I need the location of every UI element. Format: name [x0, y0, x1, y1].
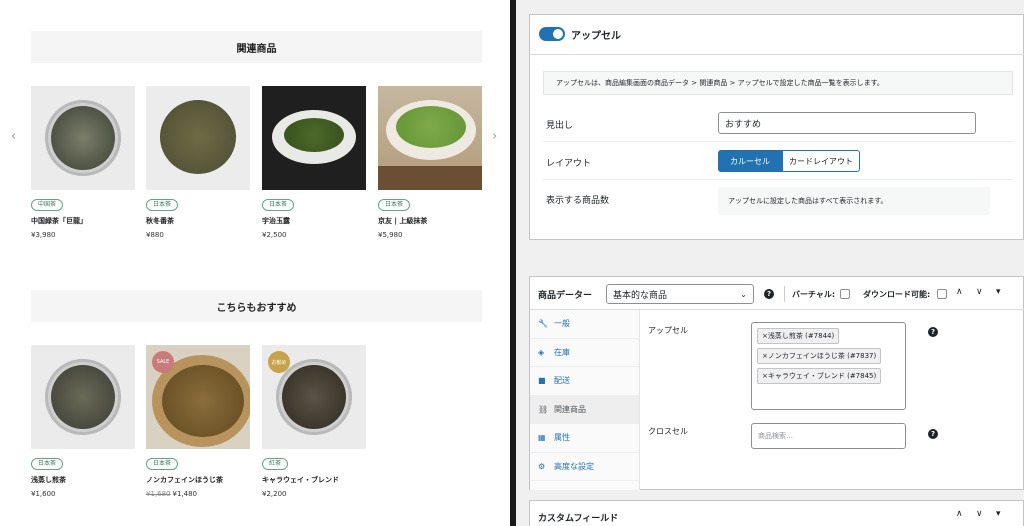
tab-advanced[interactable]: ⚙ 高度な設定 [530, 453, 639, 481]
product-name[interactable]: ノンカフェインほうじ茶 [146, 475, 250, 485]
product-image[interactable] [31, 86, 135, 190]
category-tag: 日本茶 [146, 458, 179, 470]
upsell-description: アップセルは、商品編集画面の商品データ > 関連商品 > アップセルで設定した商… [543, 71, 1013, 95]
table-icon: ▦ [538, 433, 546, 443]
help-icon[interactable]: ? [764, 289, 774, 299]
tab-linked-products[interactable]: ⛓ 関連商品 [530, 395, 639, 424]
product-price: ¥3,980 [31, 231, 56, 239]
product-type-select[interactable]: 基本的な商品 ⌄ [606, 284, 754, 304]
product-name[interactable]: 浅蒸し煎茶 [31, 475, 135, 485]
product-data-title: 商品データー [538, 291, 593, 301]
count-label: 表示する商品数 [546, 196, 610, 206]
help-icon[interactable]: ? [928, 429, 938, 439]
carousel-prev-arrow[interactable]: ‹ [11, 129, 16, 144]
move-down-icon[interactable]: ∨ [976, 509, 983, 519]
crosssell-field-label: クロスセル [648, 427, 688, 436]
product-card[interactable]: 中国茶 中国緑茶「巨龍」 ¥3,980 [31, 86, 135, 239]
move-up-icon[interactable]: ∧ [956, 287, 963, 297]
upsell-chip[interactable]: ×キャラウェイ・ブレンド (#7845) [757, 368, 882, 384]
category-tag: 紅茶 [262, 458, 289, 470]
gear-icon: ⚙ [538, 461, 546, 471]
category-tag: 日本茶 [262, 199, 295, 211]
product-data-tabs: 🔧 一般 ◈ 在庫 ■ 配送 ⛓ 関連商品 ▦ 属性 ⚙ 高度な設定 [530, 310, 640, 490]
chevron-down-icon: ⌄ [740, 289, 747, 299]
recommend-section-title: こちらもおすすめ [31, 290, 482, 322]
layout-card-button[interactable]: カードレイアウト [782, 150, 860, 172]
product-price: ¥5,980 [378, 231, 403, 239]
carousel-next-arrow[interactable]: › [492, 129, 497, 144]
recommend-badge: お勧め [268, 351, 290, 373]
product-card[interactable]: 日本茶 宇治玉露 ¥2,500 [262, 86, 366, 239]
tab-shipping[interactable]: ■ 配送 [530, 367, 639, 396]
upsell-settings-panel: アップセル アップセルは、商品編集画面の商品データ > 関連商品 > アップセル… [529, 14, 1024, 240]
download-label: ダウンロード可能: [863, 290, 931, 299]
product-image[interactable]: お勧め [262, 345, 366, 449]
product-image[interactable] [31, 345, 135, 449]
custom-fields-title: カスタムフィールド [538, 514, 619, 524]
product-price: ¥880 [146, 231, 164, 239]
upsell-title: アップセル [571, 31, 621, 42]
product-image[interactable] [378, 86, 482, 190]
product-image[interactable]: SALE [146, 345, 250, 449]
product-price: ¥2,500 [262, 231, 287, 239]
link-icon: ⛓ [538, 404, 549, 414]
product-price: ¥1,680 ¥1,480 [146, 490, 250, 498]
category-tag: 日本茶 [378, 199, 411, 211]
collapse-icon[interactable]: ▾ [996, 287, 1001, 297]
upsell-products-field[interactable]: ×浅蒸し煎茶 (#7844) ×ノンカフェインほうじ茶 (#7837) ×キャラ… [751, 322, 906, 410]
custom-fields-panel: カスタムフィールド ∧ ∨ ▾ [529, 500, 1024, 526]
category-tag: 日本茶 [146, 199, 179, 211]
product-type-value: 基本的な商品 [613, 290, 668, 301]
category-tag: 中国茶 [31, 199, 64, 211]
product-name[interactable]: 京友 | 上級抹茶 [378, 216, 482, 226]
storefront-preview: 関連商品 ‹ › 中国茶 中国緑茶「巨龍」 ¥3,980 日本茶 秋冬番茶 ¥8… [0, 0, 510, 526]
category-tag: 日本茶 [31, 458, 64, 470]
sale-price: ¥1,480 [172, 490, 198, 498]
move-down-icon[interactable]: ∨ [976, 287, 983, 297]
upsell-chip[interactable]: ×浅蒸し煎茶 (#7844) [757, 328, 840, 344]
product-name[interactable]: 宇治玉露 [262, 216, 366, 226]
help-icon[interactable]: ? [928, 327, 938, 337]
virtual-label: バーチャル: [792, 290, 836, 299]
download-checkbox[interactable] [937, 289, 947, 299]
screenshot-root: 関連商品 ‹ › 中国茶 中国緑茶「巨龍」 ¥3,980 日本茶 秋冬番茶 ¥8… [0, 0, 1024, 526]
product-card[interactable]: お勧め 紅茶 キャラウェイ・ブレンド ¥2,200 [262, 345, 366, 498]
upsell-field-label: アップセル [648, 326, 688, 335]
product-image[interactable] [262, 86, 366, 190]
tab-inventory[interactable]: ◈ 在庫 [530, 339, 639, 367]
heading-label: 見出し [546, 121, 574, 131]
truck-icon: ■ [538, 376, 546, 386]
sale-badge: SALE [152, 351, 174, 373]
product-card[interactable]: 日本茶 京友 | 上級抹茶 ¥5,980 [378, 86, 482, 239]
product-data-panel: 商品データー 基本的な商品 ⌄ ? バーチャル: ダウンロード可能: ∧ ∨ ▾… [529, 276, 1024, 490]
tab-attributes[interactable]: ▦ 属性 [530, 424, 639, 453]
product-name[interactable]: 秋冬番茶 [146, 216, 250, 226]
wrench-icon: 🔧 [538, 319, 548, 329]
product-price: ¥2,200 [262, 490, 287, 498]
tag-icon: ◈ [538, 347, 545, 357]
product-name[interactable]: 中国緑茶「巨龍」 [31, 216, 135, 226]
admin-panel: アップセル アップセルは、商品編集画面の商品データ > 関連商品 > アップセル… [516, 0, 1024, 526]
related-section-title: 関連商品 [31, 31, 482, 63]
product-card[interactable]: 日本茶 秋冬番茶 ¥880 [146, 86, 250, 239]
move-up-icon[interactable]: ∧ [956, 509, 963, 519]
virtual-checkbox[interactable] [840, 289, 850, 299]
crosssell-search-input[interactable]: 商品検索… [751, 423, 906, 449]
product-card[interactable]: 日本茶 浅蒸し煎茶 ¥1,600 [31, 345, 135, 498]
heading-input[interactable]: おすすめ [718, 112, 976, 134]
upsell-chip[interactable]: ×ノンカフェインほうじ茶 (#7837) [757, 348, 882, 364]
original-price: ¥1,680 [146, 490, 171, 498]
layout-carousel-button[interactable]: カルーセル [718, 150, 782, 172]
tab-general[interactable]: 🔧 一般 [530, 310, 639, 339]
count-note: アップセルに設定した商品はすべて表示されます。 [718, 187, 990, 215]
upsell-toggle[interactable] [539, 27, 565, 41]
product-card[interactable]: SALE 日本茶 ノンカフェインほうじ茶 ¥1,680 ¥1,480 [146, 345, 250, 498]
product-image[interactable] [146, 86, 250, 190]
product-price: ¥1,600 [31, 490, 56, 498]
layout-label: レイアウト [546, 159, 592, 169]
collapse-icon[interactable]: ▾ [996, 509, 1001, 519]
product-name[interactable]: キャラウェイ・ブレンド [262, 475, 366, 485]
